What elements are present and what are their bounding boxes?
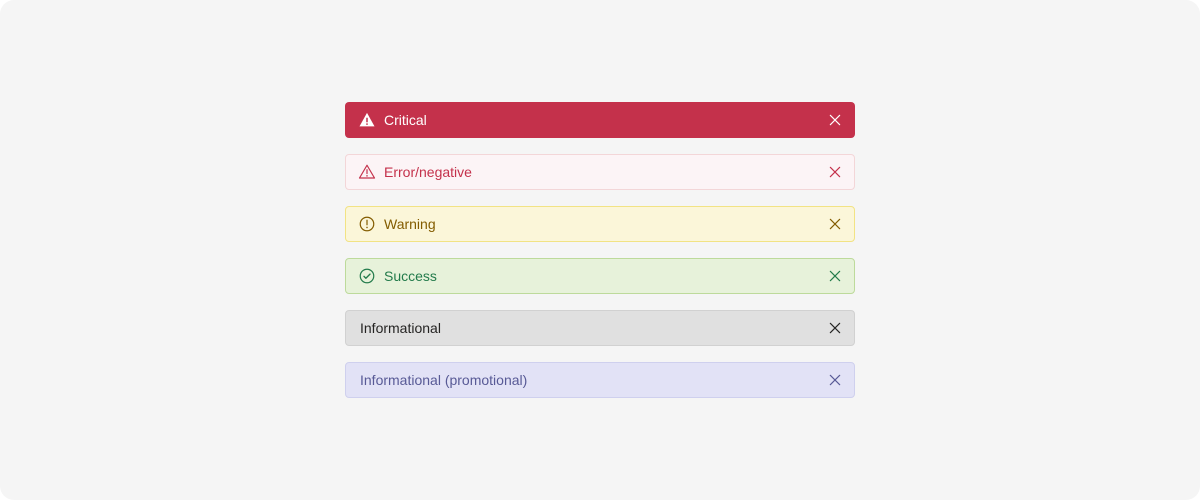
alert-triangle-outline-icon <box>358 163 376 181</box>
close-icon[interactable] <box>826 371 844 389</box>
close-icon[interactable] <box>826 163 844 181</box>
banner-informational: Informational <box>345 310 855 346</box>
banner-label: Informational (promotional) <box>360 372 826 388</box>
banner-error: Error/negative <box>345 154 855 190</box>
close-icon[interactable] <box>826 267 844 285</box>
check-circle-outline-icon <box>358 267 376 285</box>
close-icon[interactable] <box>826 215 844 233</box>
banner-label: Informational <box>360 320 826 336</box>
banner-success: Success <box>345 258 855 294</box>
example-canvas: Critical Error/negative Warning Success <box>0 0 1200 500</box>
banner-promotional: Informational (promotional) <box>345 362 855 398</box>
banner-critical: Critical <box>345 102 855 138</box>
alert-triangle-filled-icon <box>358 111 376 129</box>
banner-label: Success <box>384 268 826 284</box>
close-icon[interactable] <box>826 111 844 129</box>
banner-warning: Warning <box>345 206 855 242</box>
banner-label: Warning <box>384 216 826 232</box>
banner-label: Error/negative <box>384 164 826 180</box>
alert-circle-outline-icon <box>358 215 376 233</box>
banner-label: Critical <box>384 112 826 128</box>
close-icon[interactable] <box>826 319 844 337</box>
